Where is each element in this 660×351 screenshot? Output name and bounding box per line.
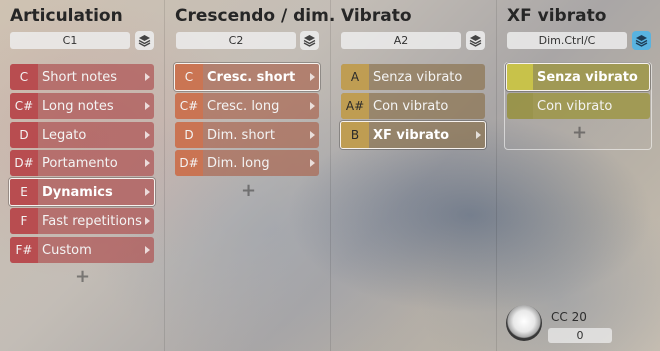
chevron-right-icon[interactable]: [145, 217, 150, 225]
chevron-right-icon[interactable]: [145, 159, 150, 167]
row-key: C#: [175, 93, 203, 119]
articulation-row-long-notes[interactable]: C# Long notes: [10, 93, 154, 119]
row-label: Cresc. short: [207, 69, 296, 85]
articulation-row-dynamics[interactable]: E Dynamics: [9, 178, 155, 206]
layers-icon: [303, 35, 316, 47]
column-title: Articulation: [10, 6, 123, 26]
row-color-swatch: [507, 64, 533, 90]
column-title: Crescendo / dim.: [175, 6, 336, 26]
articulation-row-fast-repetitions[interactable]: F Fast repetitions: [10, 208, 154, 234]
add-xf-button[interactable]: +: [572, 122, 587, 143]
articulation-row-custom[interactable]: F# Custom: [10, 237, 154, 263]
row-label: Legato: [42, 127, 87, 143]
crescendo-row-cresc-short[interactable]: C Cresc. short: [174, 63, 320, 91]
chevron-right-icon[interactable]: [145, 73, 150, 81]
vibrato-row-con-vibrato[interactable]: A# Con vibrato: [341, 93, 485, 119]
layers-button[interactable]: [466, 31, 485, 50]
row-label: Senza vibrato: [537, 69, 638, 85]
vibrato-selector-field[interactable]: A2: [341, 32, 461, 49]
articulation-row-short-notes[interactable]: C Short notes: [10, 64, 154, 90]
chevron-right-icon[interactable]: [310, 131, 315, 139]
xf-vibrato-column: XF vibrato Dim.Ctrl/C: [497, 0, 660, 351]
layers-icon: [635, 35, 648, 47]
row-key: A#: [341, 93, 369, 119]
column-title: Vibrato: [341, 6, 412, 26]
crescendo-selector-field[interactable]: C2: [176, 32, 296, 49]
row-label: Dynamics: [42, 184, 113, 200]
crescendo-row-dim-long[interactable]: D# Dim. long: [175, 150, 319, 176]
row-label: Portamento: [42, 155, 118, 171]
row-label: Short notes: [42, 69, 118, 85]
chevron-right-icon[interactable]: [476, 131, 481, 139]
layers-icon: [138, 35, 151, 47]
chevron-right-icon[interactable]: [310, 73, 315, 81]
row-label: Long notes: [42, 98, 114, 114]
add-articulation-button[interactable]: +: [75, 266, 90, 287]
row-key: D#: [175, 150, 203, 176]
crescendo-row-cresc-long[interactable]: C# Cresc. long: [175, 93, 319, 119]
chevron-right-icon[interactable]: [310, 102, 315, 110]
row-label: Senza vibrato: [373, 69, 463, 85]
vibrato-row-senza-vibrato[interactable]: A Senza vibrato: [341, 64, 485, 90]
articulation-row-legato[interactable]: D Legato: [10, 122, 154, 148]
add-crescendo-button[interactable]: +: [241, 180, 256, 201]
row-label: Custom: [42, 242, 92, 258]
cc-label: CC 20: [551, 310, 587, 324]
articulation-row-portamento[interactable]: D# Portamento: [10, 150, 154, 176]
row-label: Dim. long: [207, 155, 270, 171]
row-key: C#: [10, 93, 38, 119]
xf-row-senza-vibrato[interactable]: Senza vibrato: [506, 63, 650, 91]
row-key: B: [341, 122, 369, 148]
vibrato-column: Vibrato A2: [331, 0, 497, 351]
row-key: C: [10, 64, 38, 90]
row-key: E: [10, 179, 38, 205]
xf-row-con-vibrato[interactable]: Con vibrato: [507, 93, 650, 119]
vibrato-row-xf-vibrato[interactable]: B XF vibrato: [340, 121, 486, 149]
row-label: Con vibrato: [373, 98, 449, 114]
column-title: XF vibrato: [507, 6, 607, 26]
chevron-right-icon[interactable]: [145, 102, 150, 110]
knob-icon[interactable]: [506, 305, 542, 341]
chevron-right-icon[interactable]: [145, 188, 150, 196]
row-key: F: [10, 208, 38, 234]
chevron-right-icon[interactable]: [145, 246, 150, 254]
crescendo-row-dim-short[interactable]: D Dim. short: [175, 122, 319, 148]
row-label: Fast repetitions: [42, 213, 142, 229]
chevron-right-icon[interactable]: [310, 159, 315, 167]
row-key: D: [175, 122, 203, 148]
row-label: Dim. short: [207, 127, 275, 143]
cc-value-field[interactable]: 0: [548, 328, 612, 343]
chevron-right-icon[interactable]: [145, 131, 150, 139]
row-key: A: [341, 64, 369, 90]
row-key: F#: [10, 237, 38, 263]
articulation-selector-field[interactable]: C1: [10, 32, 130, 49]
layers-button[interactable]: [300, 31, 319, 50]
row-key: D#: [10, 150, 38, 176]
layers-button[interactable]: [632, 31, 651, 50]
row-label: XF vibrato: [373, 127, 449, 143]
row-label: Cresc. long: [207, 98, 280, 114]
row-label: Con vibrato: [537, 98, 613, 114]
layers-icon: [469, 35, 482, 47]
row-key: C: [175, 64, 203, 90]
xf-selector-field[interactable]: Dim.Ctrl/C: [507, 32, 627, 49]
layers-button[interactable]: [135, 31, 154, 50]
row-color-swatch: [507, 93, 533, 119]
row-key: D: [10, 122, 38, 148]
